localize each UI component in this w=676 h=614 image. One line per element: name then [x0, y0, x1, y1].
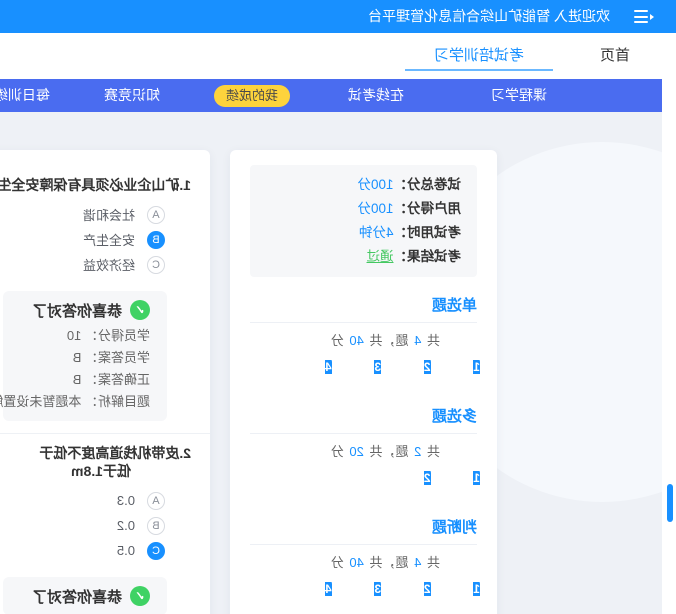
- welcome-text: 欢迎进入 智能矿山综合信息化管理平台: [368, 8, 610, 24]
- summary-total-score: 试卷总分：100分: [357, 177, 461, 192]
- tab-exam-training-label: 考试培训学习: [434, 47, 525, 64]
- option-a[interactable]: A 社会和谐: [0, 202, 165, 227]
- page-buttons-judgement: 1 2 3 4: [250, 580, 480, 610]
- option-c-selected[interactable]: C 0.5: [0, 538, 165, 563]
- question-divider: [0, 433, 210, 434]
- nav-item-daily-training[interactable]: 每日训练: [0, 79, 50, 112]
- question-1-result-box: ✓ 恭喜你答对了 学员得分： 10 学员答案： B 正确答案： B 题目解析： 本…: [0, 291, 167, 421]
- answer-card-panel: 试卷总分：100分 用户得分：100分 考试用时：4分钟 考试结果：通过 单选题…: [230, 150, 497, 614]
- question-page-button[interactable]: 4: [296, 358, 332, 388]
- option-b[interactable]: B 0.2: [0, 513, 165, 538]
- section-stat-judgement: 共 4 题，共 40 分: [330, 555, 440, 570]
- summary-duration: 考试用时：4分钟: [358, 225, 461, 240]
- section-title-multi-choice: 多选题: [431, 408, 477, 425]
- tab-home[interactable]: 首页: [600, 33, 630, 79]
- active-tab-underline: [405, 69, 553, 71]
- question-page-button[interactable]: 1: [444, 358, 480, 388]
- screenshot-viewport: 欢迎进入 智能矿山综合信息化管理平台 首页 考试培训学习 课程学习 在线考试 我…: [0, 0, 676, 614]
- exam-summary: 试卷总分：100分 用户得分：100分 考试用时：4分钟 考试结果：通过: [250, 165, 477, 277]
- question-page-button[interactable]: 3: [345, 580, 382, 610]
- content-area: 试卷总分：100分 用户得分：100分 考试用时：4分钟 考试结果：通过 单选题…: [0, 112, 662, 614]
- section-title-single-choice: 单选题: [431, 297, 477, 314]
- main-nav: 课程学习 在线考试 我的成绩 知识竞赛 每日训练: [0, 79, 662, 112]
- correct-answer-badge: ✓ 恭喜你答对了: [3, 585, 150, 607]
- section-title-judgement: 判断题: [431, 519, 477, 536]
- left-rail: [662, 33, 676, 614]
- result-row-user-answer: 学员答案： B: [72, 350, 150, 365]
- summary-result: 考试结果：通过: [366, 249, 462, 264]
- nav-item-knowledge-contest[interactable]: 知识竞赛: [104, 79, 160, 112]
- result-row-score: 学员得分： 10: [66, 328, 150, 343]
- question-2-title-line2: 低于1.8m: [71, 463, 131, 479]
- nav-item-online-exam[interactable]: 在线考试: [348, 79, 404, 112]
- page-buttons-single-choice: 1 2 3 4: [250, 358, 480, 388]
- panel-toggle-handle[interactable]: [667, 484, 673, 522]
- question-panel: 1.矿山企业必须具有保障安全生产的条件 A社会和谐 B安全生产 C经济效益 ✓恭…: [0, 150, 210, 614]
- mirrored-stage: 欢迎进入 智能矿山综合信息化管理平台 首页 考试培训学习 课程学习 在线考试 我…: [0, 0, 676, 614]
- section-stat-multi-choice: 共 2 题，共 20 分: [330, 444, 440, 459]
- question-page-button[interactable]: 4: [296, 580, 332, 610]
- divider: [250, 544, 477, 545]
- summary-user-score: 用户得分：100分: [357, 201, 461, 216]
- question-1-options: A 社会和谐 B 安全生产 C 经济效益: [0, 202, 165, 277]
- question-2-options: A 0.3 B 0.2 C 0.5: [0, 488, 165, 563]
- app-header: 欢迎进入 智能矿山综合信息化管理平台: [0, 0, 676, 33]
- nav-item-my-scores[interactable]: 我的成绩: [213, 85, 290, 107]
- check-icon: ✓: [130, 586, 150, 606]
- question-page-button[interactable]: 1: [444, 580, 480, 610]
- question-2-title-line1: 2.皮带机栈道高度不低于: [39, 445, 191, 461]
- option-b-selected[interactable]: B 安全生产: [0, 227, 165, 252]
- result-row-correct-answer: 正确答案： B: [72, 372, 150, 387]
- question-page-button[interactable]: 2: [395, 580, 431, 610]
- page-buttons-multi-choice: 1 2: [250, 469, 480, 499]
- option-a[interactable]: A 0.3: [0, 488, 165, 513]
- question-page-button[interactable]: 3: [345, 358, 382, 388]
- section-stat-single-choice: 共 4 题，共 40 分: [330, 333, 440, 348]
- app-page: 欢迎进入 智能矿山综合信息化管理平台 首页 考试培训学习 课程学习 在线考试 我…: [0, 0, 676, 614]
- divider: [250, 322, 477, 323]
- nav-item-course-study[interactable]: 课程学习: [491, 79, 547, 112]
- tab-exam-training[interactable]: 考试培训学习: [405, 33, 553, 79]
- check-icon: ✓: [130, 300, 150, 320]
- divider: [250, 433, 477, 434]
- question-page-button[interactable]: 1: [444, 469, 480, 499]
- result-row-analysis: 题目解析： 本题暂未设置解析: [0, 394, 150, 409]
- correct-answer-badge: ✓ 恭喜你答对了: [3, 299, 150, 321]
- menu-fold-icon[interactable]: [634, 9, 654, 24]
- question-1-title: 1.矿山企业必须具有保障安全生产的条件: [0, 177, 191, 193]
- question-2-result-box: ✓ 恭喜你答对了: [3, 577, 167, 614]
- tab-bar: 首页 考试培训学习: [0, 33, 662, 79]
- question-page-button[interactable]: 2: [395, 469, 431, 499]
- option-c[interactable]: C 经济效益: [0, 252, 165, 277]
- question-page-button[interactable]: 2: [395, 358, 431, 388]
- result-pass-link[interactable]: 通过: [367, 249, 394, 264]
